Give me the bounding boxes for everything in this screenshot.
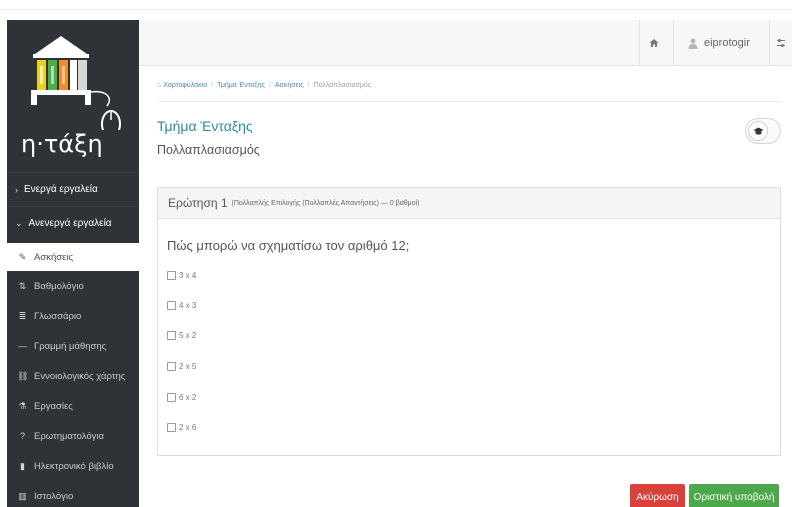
answer-label: 3 x 4	[179, 270, 197, 280]
answer-option[interactable]: 6 x 2	[167, 390, 196, 404]
sidebar-item-label: Βαθμολόγιο	[34, 280, 84, 292]
sidebar-item-gradebook[interactable]: ⇅ Βαθμολόγιο	[7, 272, 139, 300]
question-circle-icon: ?	[19, 431, 25, 441]
question-panel: Ερώτηση 1 (Πολλαπλής Επιλογής (Πολλαπλές…	[157, 187, 781, 456]
question-header: Ερώτηση 1 (Πολλαπλής Επιλογής (Πολλαπλές…	[158, 188, 780, 219]
sidebar-item-label: Ασκήσεις	[34, 251, 74, 263]
sidebar-item-blog[interactable]: ▥ Ιστολόγιο	[7, 482, 139, 507]
page-subtitle: Πολλαπλασιασμός	[157, 143, 260, 157]
sidebar-item-label: Ιστολόγιο	[34, 490, 74, 502]
home-button[interactable]	[639, 20, 667, 66]
breadcrumb-class[interactable]: Τμήμα Ένταξης	[217, 82, 265, 89]
breadcrumb-exercises[interactable]: Ασκήσεις	[275, 82, 304, 89]
answer-option[interactable]: 5 x 2	[167, 328, 196, 342]
breadcrumb-portfolio[interactable]: Χαρτοφυλάκιο	[163, 82, 207, 89]
sidebar-item-assignments[interactable]: ⚗ Εργασίες	[7, 392, 139, 420]
graduation-cap-icon	[748, 121, 768, 141]
checkbox[interactable]	[167, 422, 176, 432]
user-menu[interactable]: eiprotogir	[673, 20, 769, 66]
sidebar-section-inactive-tools[interactable]: ⌄ Ανενεργά εργαλεία	[7, 206, 139, 240]
question-text: Πώς μπορώ να σχηματίσω τον αριθμό 12;	[167, 238, 410, 253]
answer-label: 4 x 3	[179, 300, 197, 310]
logo-books-icon	[31, 36, 121, 138]
answer-option[interactable]: 4 x 3	[167, 298, 196, 312]
minus-icon: —	[18, 341, 27, 351]
user-icon	[688, 38, 698, 49]
edit-icon: ✎	[18, 251, 27, 262]
answer-label: 5 x 2	[179, 330, 197, 340]
sidebar-section-active-tools[interactable]: › Ενεργά εργαλεία	[7, 172, 139, 206]
home-icon	[649, 39, 658, 47]
cancel-button[interactable]: Ακύρωση	[630, 484, 685, 507]
sidebar-item-learning-path[interactable]: — Γραμμή μάθησης	[7, 332, 139, 360]
sitemap-icon: ⛓	[17, 370, 29, 381]
settings-button[interactable]	[769, 20, 792, 66]
final-submit-button[interactable]: Οριστική υποβολή	[689, 484, 779, 507]
sidebar-section-label: Ενεργά εργαλεία	[24, 184, 98, 195]
top-strip	[0, 0, 792, 10]
sidebar-item-label: Γραμμή μάθησης	[34, 340, 107, 352]
question-meta: (Πολλαπλής Επιλογής (Πολλαπλές Απαντήσει…	[231, 199, 420, 207]
answer-option[interactable]: 2 x 6	[167, 420, 196, 434]
chevron-down-icon: ⌄	[15, 218, 23, 228]
chevron-right-icon: ›	[15, 184, 18, 195]
breadcrumb: ⌂ Χαρτοφυλάκιο / Τμήμα Ένταξης / Ασκήσεις / Πο…	[157, 82, 372, 89]
sidebar-item-label: Γλωσσάριο	[34, 310, 82, 322]
sidebar-section-label: Ανενεργά εργαλεία	[28, 218, 112, 229]
username: eiprotogir	[704, 37, 750, 49]
sidebar-item-label: Ηλεκτρονικό βιβλίο	[34, 460, 114, 472]
student-view-toggle[interactable]	[745, 118, 781, 144]
question-title: Ερώτηση 1	[168, 196, 228, 210]
sidebar: η·τάξη › Ενεργά εργαλεία ⌄ Ανενεργά εργα…	[7, 20, 139, 507]
sidebar-item-concept-map[interactable]: ⛓ Εννοιολογικός χάρτης	[7, 362, 139, 390]
page-title[interactable]: Τμήμα Ένταξης	[157, 118, 253, 134]
sliders-icon	[777, 39, 785, 47]
answer-label: 6 x 2	[179, 392, 197, 402]
sidebar-item-label: Εννοιολογικός χάρτης	[34, 370, 126, 382]
checkbox[interactable]	[167, 392, 176, 402]
answer-option[interactable]: 3 x 4	[167, 268, 196, 282]
sidebar-item-label: Ερωτηματολόγια	[34, 430, 104, 442]
checkbox[interactable]	[167, 270, 176, 280]
checkbox[interactable]	[167, 300, 176, 310]
divider	[157, 101, 782, 102]
sidebar-item-exercises[interactable]: ✎ Ασκήσεις	[7, 243, 139, 271]
sidebar-item-ebook[interactable]: ▮ Ηλεκτρονικό βιβλίο	[7, 452, 139, 480]
breadcrumb-current: Πολλαπλασιασμός	[313, 82, 372, 89]
answer-label: 2 x 6	[179, 422, 197, 432]
app-logo[interactable]: η·τάξη	[7, 20, 139, 172]
flask-icon: ⚗	[18, 400, 27, 411]
columns-icon: ▥	[18, 490, 27, 501]
answer-label: 2 x 5	[179, 361, 197, 371]
sidebar-item-label: Εργασίες	[34, 400, 73, 412]
top-header: eiprotogir	[139, 20, 792, 66]
checkbox[interactable]	[167, 330, 176, 340]
book-icon: ▮	[20, 460, 25, 471]
sidebar-item-questionnaires[interactable]: ? Ερωτηματολόγια	[7, 422, 139, 450]
sidebar-item-glossary[interactable]: ≣ Γλωσσάριο	[7, 302, 139, 330]
answer-option[interactable]: 2 x 5	[167, 359, 196, 373]
sort-numeric-icon: ⇅	[18, 280, 27, 291]
checkbox[interactable]	[167, 361, 176, 371]
logo-text: η·τάξη	[21, 130, 103, 158]
list-icon: ≣	[18, 310, 27, 321]
